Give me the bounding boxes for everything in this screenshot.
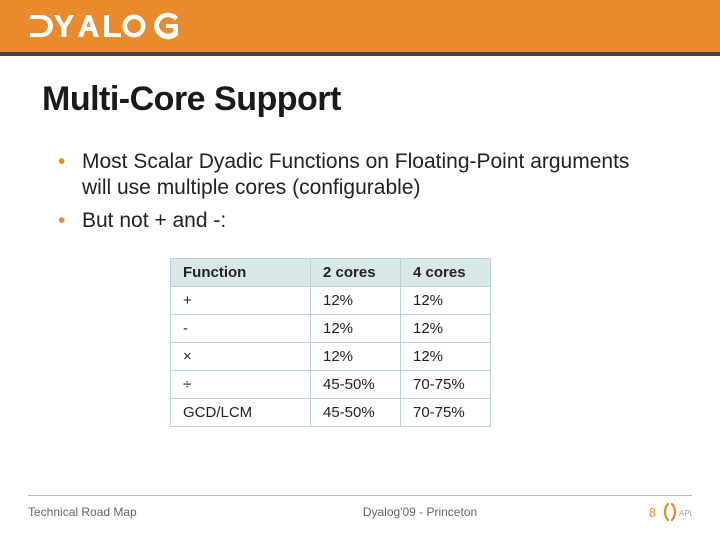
cell-fn: GCD/LCM — [171, 398, 311, 426]
performance-table: Function 2 cores 4 cores + 12% 12% - 12%… — [170, 258, 491, 427]
page-number: 8 — [649, 505, 656, 520]
col-4cores: 4 cores — [401, 258, 491, 286]
footer-rule — [28, 495, 692, 496]
col-function: Function — [171, 258, 311, 286]
apl-mark-text: APL — [679, 509, 692, 518]
table-wrap: Function 2 cores 4 cores + 12% 12% - 12%… — [0, 240, 720, 427]
brand-logo — [28, 11, 188, 41]
footer-right: 8 APL — [612, 502, 692, 522]
table-row: × 12% 12% — [171, 342, 491, 370]
cell-c4: 70-75% — [401, 398, 491, 426]
slide: Multi-Core Support Most Scalar Dyadic Fu… — [0, 0, 720, 540]
cell-c2: 12% — [311, 286, 401, 314]
bullet-list: Most Scalar Dyadic Functions on Floating… — [0, 119, 720, 234]
footer-left: Technical Road Map — [28, 505, 228, 519]
footer-center: Dyalog'09 - Princeton — [228, 505, 612, 519]
cell-c4: 70-75% — [401, 370, 491, 398]
header-bar — [0, 0, 720, 52]
table-row: ÷ 45-50% 70-75% — [171, 370, 491, 398]
cell-c4: 12% — [401, 314, 491, 342]
table-row: GCD/LCM 45-50% 70-75% — [171, 398, 491, 426]
apl-mark-icon: APL — [664, 502, 692, 522]
cell-fn: ÷ — [171, 370, 311, 398]
cell-c4: 12% — [401, 286, 491, 314]
cell-c2: 45-50% — [311, 370, 401, 398]
table-row: + 12% 12% — [171, 286, 491, 314]
cell-fn: - — [171, 314, 311, 342]
cell-fn: × — [171, 342, 311, 370]
table-row: - 12% 12% — [171, 314, 491, 342]
footer: Technical Road Map Dyalog'09 - Princeton… — [0, 495, 720, 522]
col-2cores: 2 cores — [311, 258, 401, 286]
cell-c2: 12% — [311, 314, 401, 342]
cell-c2: 12% — [311, 342, 401, 370]
table-header-row: Function 2 cores 4 cores — [171, 258, 491, 286]
cell-c2: 45-50% — [311, 398, 401, 426]
slide-title: Multi-Core Support — [0, 56, 720, 119]
bullet-item: But not + and -: — [58, 208, 662, 234]
cell-fn: + — [171, 286, 311, 314]
cell-c4: 12% — [401, 342, 491, 370]
bullet-item: Most Scalar Dyadic Functions on Floating… — [58, 149, 662, 202]
